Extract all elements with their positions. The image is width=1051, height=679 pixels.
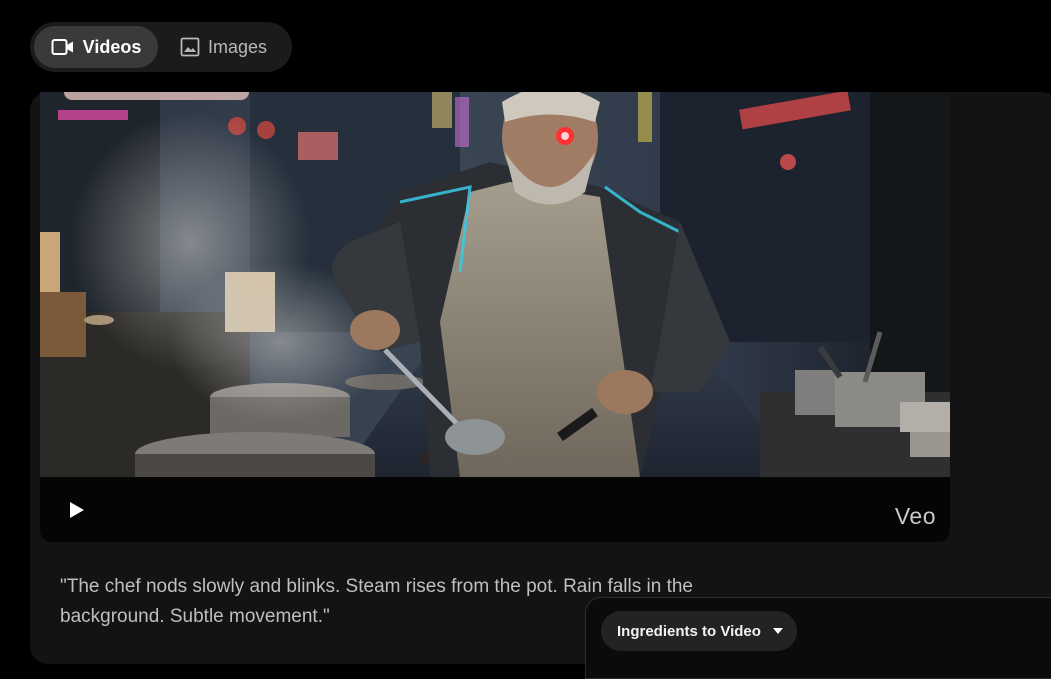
video-player[interactable]: Veo (40, 92, 950, 542)
partial-chip (64, 92, 249, 100)
chevron-down-icon (773, 628, 783, 634)
tab-images[interactable]: Images (180, 26, 267, 68)
media-type-tabs: Videos Images (30, 22, 292, 72)
tab-images-label: Images (208, 36, 268, 57)
tab-videos[interactable]: Videos (34, 26, 158, 68)
video-thumbnail (40, 92, 950, 477)
mode-selector-label: Ingredients to Video (617, 622, 761, 640)
play-icon[interactable] (64, 498, 88, 522)
image-icon (180, 37, 200, 57)
veo-watermark: Veo (894, 503, 936, 529)
tab-videos-label: Videos (82, 36, 142, 57)
video-camera-icon (51, 39, 73, 55)
mode-selector-button[interactable]: Ingredients to Video (601, 611, 797, 651)
video-controls: Veo (40, 477, 950, 542)
